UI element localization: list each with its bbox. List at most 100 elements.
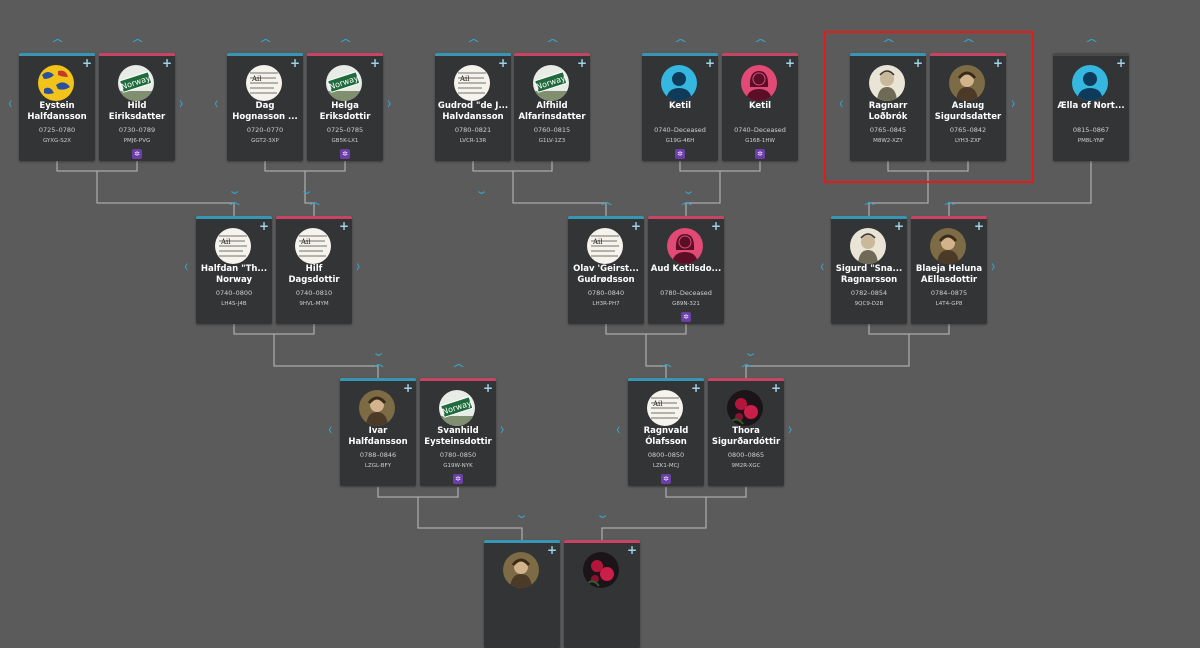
add-relative-plus-icon[interactable]: + [498,57,508,69]
tree-hint-badge-icon[interactable]: ✲ [681,312,691,322]
expand-descendants-down-icon[interactable]: ⌄ [681,185,696,196]
add-relative-plus-icon[interactable]: + [785,57,795,69]
add-relative-plus-icon[interactable]: + [162,57,172,69]
person-card[interactable]: + Ail Halfdan "Th... Norway 0740–0800 LH4S-J4… [196,216,272,324]
scroll-right-chevron-icon[interactable]: › [1011,95,1015,113]
person-card[interactable]: + [484,540,560,648]
expand-ancestors-up-icon[interactable]: ^ [599,201,614,212]
expand-ancestors-up-icon[interactable]: ^ [862,201,877,212]
expand-ancestors-up-icon[interactable]: ^ [753,38,768,49]
expand-ancestors-up-icon[interactable]: ^ [659,363,674,374]
expand-ancestors-up-icon[interactable]: ^ [739,363,754,374]
person-card[interactable]: + Norway Alfhild Alfarinsdatter 0760–0815 G1L… [514,53,590,161]
expand-descendants-down-icon[interactable]: ⌄ [514,509,529,520]
scroll-right-chevron-icon[interactable]: › [788,421,792,439]
person-card[interactable]: + Norway Svanhild Eysteinsdottir 0780–0850 G1… [420,378,496,486]
add-relative-plus-icon[interactable]: + [1116,57,1126,69]
person-id: PM8L-YNF [1077,138,1105,144]
add-relative-plus-icon[interactable]: + [711,220,721,232]
tree-hint-badge-icon[interactable]: ✲ [340,149,350,159]
family-tree-canvas[interactable]: + Eystein Halfdansson 0725–0780 GYXG-S2X ^ + No… [0,0,1200,648]
add-relative-plus-icon[interactable]: + [82,57,92,69]
expand-ancestors-up-icon[interactable]: ^ [673,38,688,49]
add-relative-plus-icon[interactable]: + [894,220,904,232]
add-relative-plus-icon[interactable]: + [577,57,587,69]
person-card[interactable]: + Ail Ragnvald Ólafsson 0800–0850 LZK1-MCJ ✲ [628,378,704,486]
expand-ancestors-up-icon[interactable]: ^ [371,363,386,374]
add-relative-plus-icon[interactable]: + [483,382,493,394]
scroll-right-chevron-icon[interactable]: › [356,258,360,276]
expand-ancestors-up-icon[interactable]: ^ [961,38,976,49]
person-card[interactable]: + Aud Ketilsdo... 0780–Deceased G89N-321 ✲ [648,216,724,324]
expand-ancestors-up-icon[interactable]: ^ [227,201,242,212]
add-relative-plus-icon[interactable]: + [705,57,715,69]
expand-ancestors-up-icon[interactable]: ^ [451,363,466,374]
person-name: Sigurd "Sna... Ragnarsson [833,264,905,286]
person-card[interactable]: + [564,540,640,648]
person-card[interactable]: + Norway Hild Eiriksdatter 0730–0789 PMJ6-PVG… [99,53,175,161]
expand-descendants-down-icon[interactable]: ⌄ [299,185,314,196]
person-card[interactable]: + Thora Sigurðardóttir 0800–0865 9M2R-XGC [708,378,784,486]
expand-descendants-down-icon[interactable]: ⌄ [371,347,386,358]
add-relative-plus-icon[interactable]: + [403,382,413,394]
tree-hint-badge-icon[interactable]: ✲ [675,149,685,159]
person-card[interactable]: + Ragnarr Loðbrók 0765–0845 M8W2-XZY [850,53,926,161]
expand-ancestors-up-icon[interactable]: ^ [50,38,65,49]
expand-descendants-down-icon[interactable]: ⌄ [227,185,242,196]
person-card[interactable]: + Aslaug Sigurdsdatter 0765–0842 LYH3-ZXF [930,53,1006,161]
person-card[interactable]: + Ivar Halfdansson 0788–0846 LZGL-BFY [340,378,416,486]
add-relative-plus-icon[interactable]: + [974,220,984,232]
add-relative-plus-icon[interactable]: + [691,382,701,394]
person-card[interactable]: + Ail Dag Hognasson ... 0720–0770 GGT2-3XP [227,53,303,161]
add-relative-plus-icon[interactable]: + [290,57,300,69]
expand-ancestors-up-icon[interactable]: ^ [338,38,353,49]
add-relative-plus-icon[interactable]: + [993,57,1003,69]
scroll-left-chevron-icon[interactable]: ‹ [8,95,12,113]
tree-hint-badge-icon[interactable]: ✲ [661,474,671,484]
tree-hint-badge-icon[interactable]: ✲ [755,149,765,159]
scroll-left-chevron-icon[interactable]: ‹ [616,421,620,439]
expand-ancestors-up-icon[interactable]: ^ [130,38,145,49]
expand-ancestors-up-icon[interactable]: ^ [466,38,481,49]
person-card[interactable]: + Ketil 0740–Deceased G168-1HW ✲ [722,53,798,161]
expand-ancestors-up-icon[interactable]: ^ [942,201,957,212]
add-relative-plus-icon[interactable]: + [370,57,380,69]
add-relative-plus-icon[interactable]: + [259,220,269,232]
person-card[interactable]: + Ail Olav 'Geirst... Gudrødsson 0780–0840 LH… [568,216,644,324]
expand-descendants-down-icon[interactable]: ⌄ [595,509,610,520]
scroll-left-chevron-icon[interactable]: ‹ [839,95,843,113]
expand-descendants-down-icon[interactable]: ⌄ [474,185,489,196]
add-relative-plus-icon[interactable]: + [631,220,641,232]
person-id: M8W2-XZY [873,138,903,144]
scroll-left-chevron-icon[interactable]: ‹ [328,421,332,439]
person-card[interactable]: + Eystein Halfdansson 0725–0780 GYXG-S2X [19,53,95,161]
scroll-left-chevron-icon[interactable]: ‹ [184,258,188,276]
expand-ancestors-up-icon[interactable]: ^ [307,201,322,212]
expand-ancestors-up-icon[interactable]: ^ [258,38,273,49]
add-relative-plus-icon[interactable]: + [913,57,923,69]
expand-ancestors-up-icon[interactable]: ^ [679,201,694,212]
expand-descendants-down-icon[interactable]: ⌄ [743,347,758,358]
person-card[interactable]: + Sigurd "Sna... Ragnarsson 0782–0854 9QC9-D… [831,216,907,324]
expand-ancestors-up-icon[interactable]: ^ [881,38,896,49]
tree-hint-badge-icon[interactable]: ✲ [453,474,463,484]
person-card[interactable]: + Norway Helga Eriksdottir 0725–0785 GB5K-LX1… [307,53,383,161]
person-card[interactable]: + Ail Hilf Dagsdottir 0740–0810 9HVL-MYM [276,216,352,324]
add-relative-plus-icon[interactable]: + [627,544,637,556]
person-card[interactable]: + Ail Gudrod "de J... Halvdansson 0780–0821 L… [435,53,511,161]
scroll-right-chevron-icon[interactable]: › [387,95,391,113]
tree-hint-badge-icon[interactable]: ✲ [132,149,142,159]
add-relative-plus-icon[interactable]: + [339,220,349,232]
scroll-right-chevron-icon[interactable]: › [991,258,995,276]
person-card[interactable]: + Blaeja Heluna AEllasdottir 0784–0875 L4T4-… [911,216,987,324]
add-relative-plus-icon[interactable]: + [547,544,557,556]
person-card[interactable]: + Ælla of Nort... 0815–0867 PM8L-YNF [1053,53,1129,161]
expand-ancestors-up-icon[interactable]: ^ [1084,38,1099,49]
scroll-right-chevron-icon[interactable]: › [179,95,183,113]
expand-ancestors-up-icon[interactable]: ^ [545,38,560,49]
scroll-left-chevron-icon[interactable]: ‹ [214,95,218,113]
scroll-right-chevron-icon[interactable]: › [500,421,504,439]
scroll-left-chevron-icon[interactable]: ‹ [820,258,824,276]
add-relative-plus-icon[interactable]: + [771,382,781,394]
person-card[interactable]: + Ketil 0740–Deceased G19G-46H ✲ [642,53,718,161]
